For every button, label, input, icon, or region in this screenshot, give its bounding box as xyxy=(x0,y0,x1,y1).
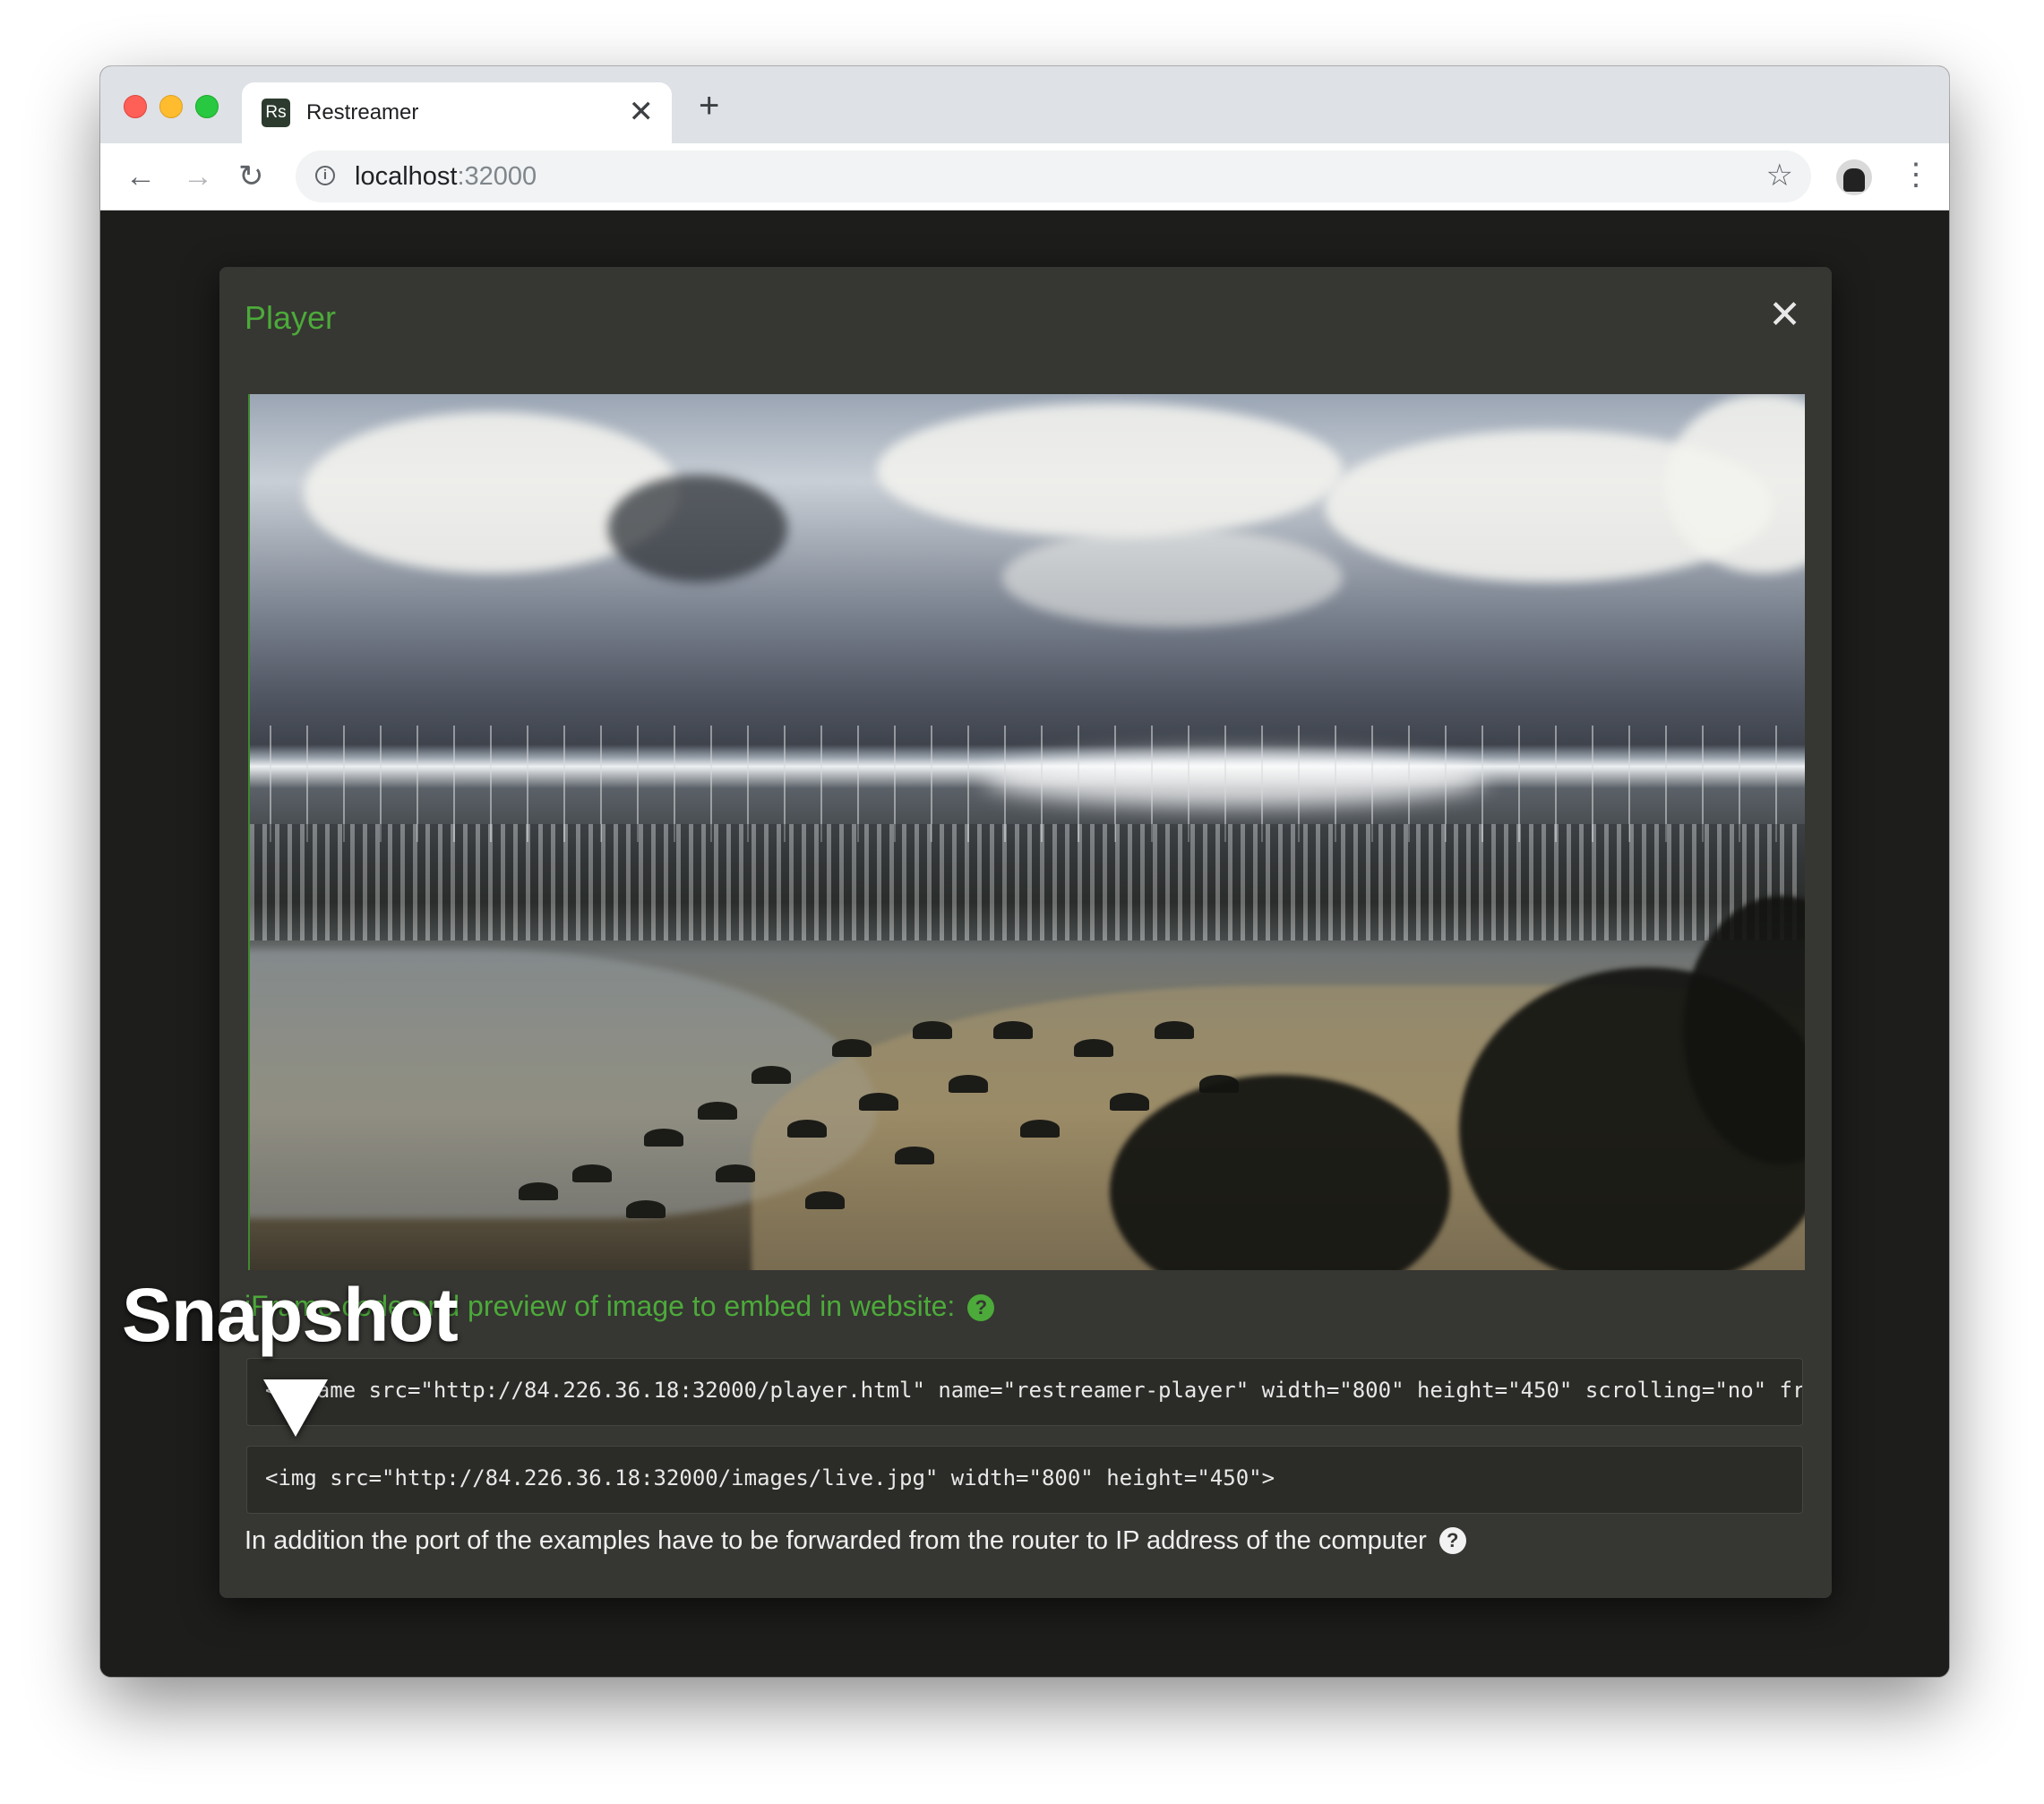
browser-menu-icon[interactable]: ⋮ xyxy=(1901,158,1931,192)
img-code-field[interactable]: <img src="http://84.226.36.18:32000/imag… xyxy=(246,1446,1803,1514)
close-window-button[interactable] xyxy=(124,95,147,118)
embed-help-icon[interactable]: ? xyxy=(967,1294,995,1321)
site-info-icon[interactable]: i xyxy=(315,166,335,185)
umbrella-shape xyxy=(805,1191,845,1209)
umbrella-shape xyxy=(572,1164,612,1182)
umbrella-shape xyxy=(1020,1120,1060,1138)
note-help-icon[interactable]: ? xyxy=(1439,1527,1466,1554)
browser-toolbar: ← → ↻ i localhost:32000 ☆ ⋮ xyxy=(100,143,1949,210)
umbrella-shape xyxy=(859,1093,898,1111)
umbrella-shape xyxy=(949,1075,988,1093)
note-text: In addition the port of the examples hav… xyxy=(245,1526,1427,1555)
umbrella-shape xyxy=(1074,1039,1113,1057)
back-arrow-icon[interactable]: ← xyxy=(125,159,156,193)
live-preview-image xyxy=(248,394,1805,1270)
restreamer-favicon-icon: Rs xyxy=(262,99,290,127)
url-port: :32000 xyxy=(457,162,537,191)
forward-arrow-icon[interactable]: → xyxy=(183,159,213,193)
bookmark-star-icon[interactable]: ☆ xyxy=(1766,158,1793,193)
new-tab-button[interactable]: + xyxy=(699,88,719,124)
umbrella-shape xyxy=(1110,1093,1149,1111)
umbrella-shape xyxy=(519,1182,558,1200)
url-text[interactable]: localhost:32000 xyxy=(355,162,537,192)
umbrella-shape xyxy=(644,1129,683,1147)
profile-avatar[interactable] xyxy=(1836,159,1872,195)
url-host: localhost xyxy=(355,162,458,191)
umbrella-shape xyxy=(626,1200,666,1218)
iframe-code-field[interactable]: <iframe src="http://84.226.36.18:32000/p… xyxy=(246,1358,1803,1426)
tab-bar: Rs Restreamer ✕ + xyxy=(100,66,1949,143)
umbrella-shape xyxy=(913,1021,952,1039)
tab-title: Restreamer xyxy=(306,100,419,125)
umbrella-shape xyxy=(832,1039,872,1057)
cloud-shape xyxy=(1002,528,1343,627)
tab-close-icon[interactable]: ✕ xyxy=(629,95,655,129)
umbrella-shape xyxy=(895,1147,934,1164)
modal-close-icon[interactable]: ✕ xyxy=(1768,294,1801,337)
umbrella-shape xyxy=(698,1102,737,1120)
address-bar[interactable]: i localhost:32000 ☆ xyxy=(296,150,1811,202)
snapshot-arrow-icon xyxy=(263,1379,328,1437)
maximize-window-button[interactable] xyxy=(195,95,219,118)
marina-boats xyxy=(250,824,1805,941)
umbrella-shape xyxy=(993,1021,1033,1039)
umbrella-shape xyxy=(751,1066,791,1084)
player-modal: Player ✕ iFrame code and preview of imag… xyxy=(219,267,1832,1598)
browser-window: Rs Restreamer ✕ + ← → ↻ i localhost:3200… xyxy=(100,66,1949,1677)
snapshot-callout-label: Snapshot xyxy=(122,1273,459,1357)
reload-icon[interactable]: ↻ xyxy=(238,159,264,193)
cloud-shape xyxy=(608,475,787,582)
iframe-code-text: <iframe src="http://84.226.36.18:32000/p… xyxy=(265,1378,1802,1403)
modal-title: Player xyxy=(245,299,337,336)
umbrella-shape xyxy=(716,1164,755,1182)
umbrella-shape xyxy=(1155,1021,1194,1039)
img-code-text: <img src="http://84.226.36.18:32000/imag… xyxy=(265,1465,1275,1490)
umbrella-shape xyxy=(787,1120,827,1138)
tab-restreamer[interactable]: Rs Restreamer ✕ xyxy=(242,82,672,143)
cloud-shape xyxy=(877,403,1343,537)
page-content: Player ✕ iFrame code and preview of imag… xyxy=(100,210,1949,1677)
port-forwarding-note: In addition the port of the examples hav… xyxy=(245,1526,1466,1556)
minimize-window-button[interactable] xyxy=(159,95,183,118)
